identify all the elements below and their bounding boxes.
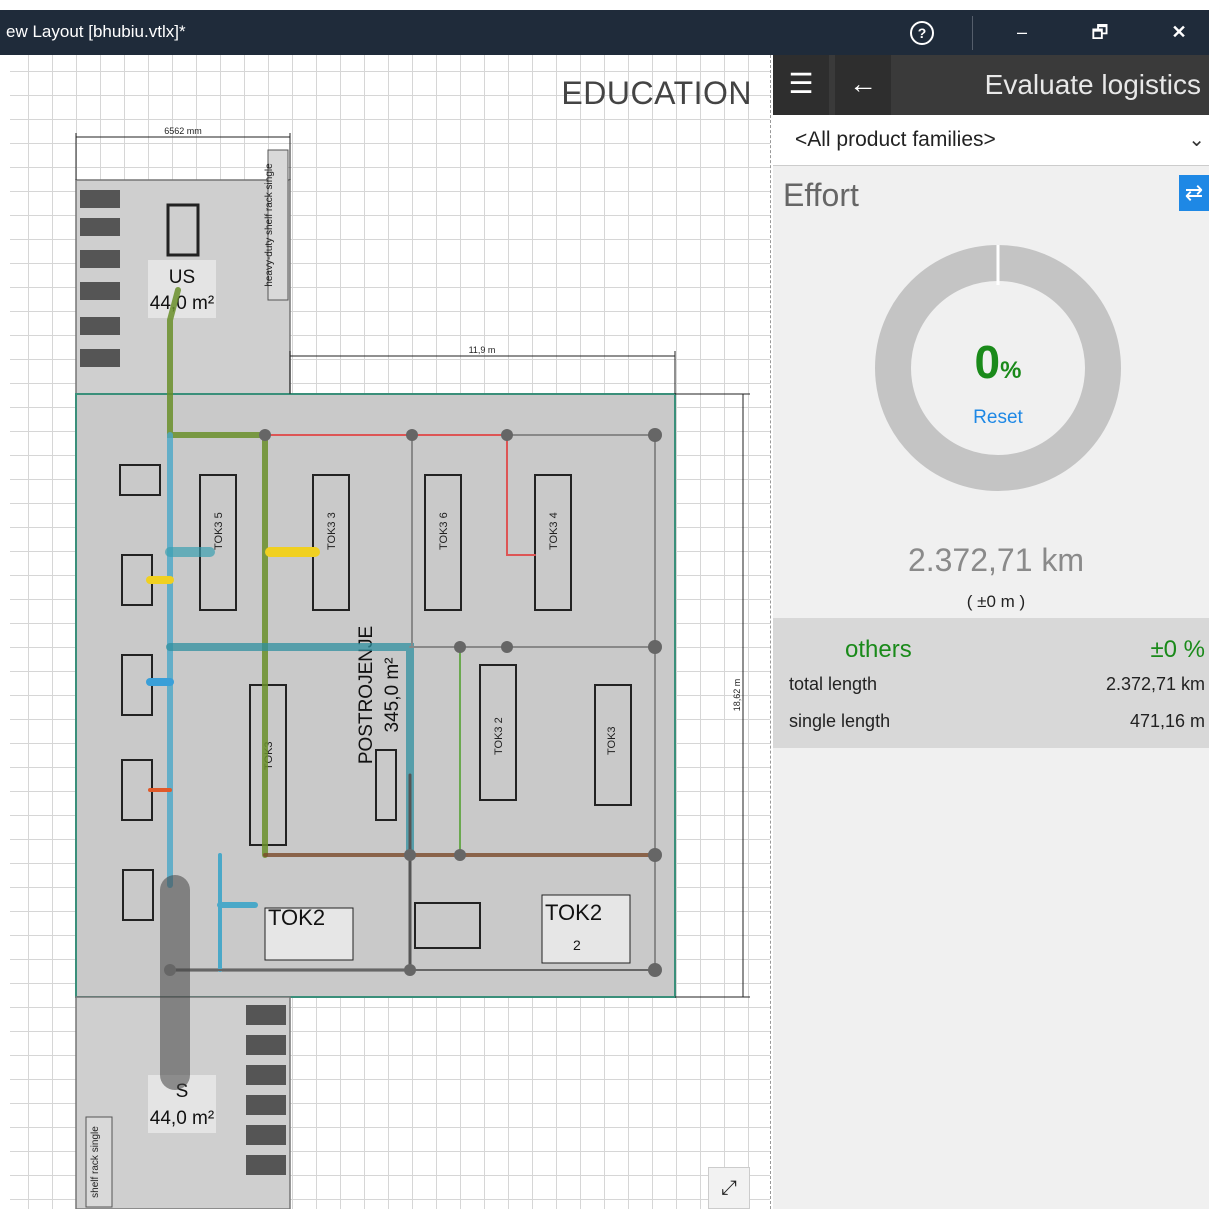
- room-main-area: 345,0 m²: [382, 658, 403, 733]
- chevron-down-icon: ⌄: [1188, 129, 1205, 151]
- layout-drawing: 6562 mm 11,9 m 18,62 m heavy-duty shelf …: [75, 126, 750, 1209]
- total-length-label: total length: [789, 674, 878, 694]
- expand-icon[interactable]: ⤢: [708, 1167, 750, 1209]
- others-summary[interactable]: others ±0 % total length 2.372,71 km sin…: [773, 618, 1209, 748]
- single-length-value: 471,16 m: [1129, 711, 1205, 731]
- effort-label: Effort: [783, 177, 859, 213]
- panel-title: Evaluate logistics: [984, 69, 1201, 100]
- dim-mid-label: 11,9 m: [469, 345, 496, 355]
- effort-percent: 0%: [974, 336, 1022, 388]
- svg-text:TOK3 5: TOK3 5: [213, 512, 225, 550]
- rack-top-label: heavy-duty shelf rack single: [264, 163, 275, 287]
- others-percent: ±0 %: [1150, 636, 1205, 663]
- restore-button[interactable]: 🗗: [1078, 10, 1122, 55]
- window-title-bar: ew Layout [bhubiu.vtlx]* ? ‒ 🗗 ✕: [0, 10, 1209, 55]
- others-name: others: [845, 636, 912, 663]
- tok2-right-label: TOK2: [545, 900, 602, 925]
- close-button[interactable]: ✕: [1157, 10, 1201, 55]
- layout-canvas[interactable]: 6562 mm 11,9 m 18,62 m heavy-duty shelf …: [10, 55, 770, 1209]
- svg-text:TOK3 2: TOK3 2: [493, 717, 505, 755]
- total-delta: ( ±0 m ): [966, 592, 1026, 611]
- room-bottom-area: 44,0 m²: [150, 1108, 214, 1129]
- swap-icon[interactable]: ⇄: [1179, 175, 1209, 211]
- menu-icon[interactable]: ☰: [773, 55, 829, 115]
- room-top-name: US: [169, 267, 195, 288]
- minimize-button[interactable]: ‒: [1000, 10, 1044, 55]
- tok2-left-label: TOK2: [268, 905, 325, 930]
- evaluate-logistics-panel: ☰ ← Evaluate logistics <All product fami…: [773, 55, 1209, 1209]
- help-icon: ?: [910, 21, 934, 46]
- total-distance: 2.372,71 km: [907, 542, 1085, 578]
- dim-right-label: 18,62 m: [732, 679, 742, 712]
- svg-text:TOK3: TOK3: [606, 726, 618, 755]
- product-family-select[interactable]: <All product families> ⌄: [773, 115, 1209, 166]
- product-family-value: <All product families>: [795, 128, 996, 151]
- svg-text:TOK3 4: TOK3 4: [548, 512, 560, 550]
- back-arrow-icon[interactable]: ←: [835, 55, 891, 115]
- tok2-right-num: 2: [573, 937, 581, 953]
- reset-link[interactable]: Reset: [875, 407, 1121, 429]
- room-top-area: 44,0 m²: [150, 293, 214, 314]
- window-title: ew Layout [bhubiu.vtlx]*: [6, 22, 186, 41]
- title-separator: [972, 16, 973, 50]
- rack-bottom-label: shelf rack single: [90, 1126, 101, 1198]
- help-button[interactable]: ?: [900, 10, 944, 55]
- svg-text:TOK3 6: TOK3 6: [438, 512, 450, 550]
- svg-text:TOK3 3: TOK3 3: [326, 512, 338, 550]
- dim-top-label: 6562 mm: [164, 126, 202, 136]
- education-watermark: EDUCATION: [561, 75, 752, 111]
- single-length-label: single length: [789, 711, 891, 731]
- total-length-value: 2.372,71 km: [1105, 674, 1205, 694]
- panel-header: ☰ ← Evaluate logistics: [773, 55, 1209, 115]
